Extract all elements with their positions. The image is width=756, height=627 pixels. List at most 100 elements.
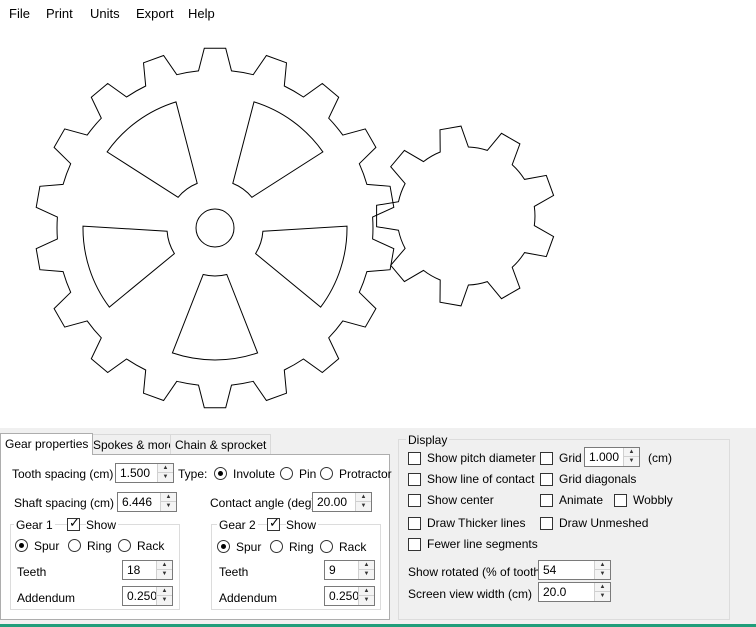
gear-2-rack-radio[interactable]: [320, 540, 333, 553]
gear-1-outline: [35, 47, 395, 409]
gear-1-rack-radio[interactable]: [118, 539, 131, 552]
spin-down-icon[interactable]: ▼: [157, 570, 172, 579]
show-pitch-diameter-checkbox[interactable]: [408, 452, 421, 465]
draw-unmeshed-checkbox[interactable]: [540, 517, 553, 530]
spin-down-icon[interactable]: ▼: [157, 596, 172, 605]
gear-1-shaft-hole: [195, 208, 235, 248]
spin-up-icon[interactable]: ▲: [595, 561, 610, 570]
gear-2-title: Gear 2: [217, 518, 258, 532]
type-involute-radio[interactable]: [214, 467, 227, 480]
gear-2-ring-label: Ring: [289, 540, 314, 554]
spin-up-icon[interactable]: ▲: [157, 587, 172, 596]
gear-2-show-checkbox[interactable]: ✓: [267, 515, 280, 531]
grid-unit-label: (cm): [648, 451, 672, 465]
checkmark-icon: ✓: [69, 515, 80, 530]
gear-drawing: [35, 47, 555, 409]
gear-1-rack-label: Rack: [137, 539, 165, 553]
spin-up-icon[interactable]: ▲: [359, 561, 374, 570]
gear-2-ring-radio[interactable]: [270, 540, 283, 553]
grid-diagonals-checkbox[interactable]: [540, 473, 553, 486]
tab-gear-properties[interactable]: Gear properties: [0, 433, 94, 455]
gear-1-ring-radio[interactable]: [68, 539, 81, 552]
gear-2-show-label: Show: [286, 518, 319, 532]
type-pin-radio[interactable]: [280, 467, 293, 480]
show-line-of-contact-label: Show line of contact: [427, 472, 535, 486]
spin-down-icon[interactable]: ▼: [356, 502, 371, 511]
radio-dot-icon: [221, 544, 226, 549]
type-involute-label: Involute: [233, 467, 276, 481]
grid-label: Grid: [559, 451, 582, 465]
gear-1-title: Gear 1: [14, 518, 55, 532]
gear-1-spoke-windows: [82, 101, 348, 361]
gear-canvas[interactable]: [0, 28, 756, 428]
fewer-line-segments-label: Fewer line segments: [427, 537, 538, 551]
tooth-spacing-label: Tooth spacing (cm): [12, 467, 114, 481]
menu-export[interactable]: Export: [136, 6, 174, 21]
show-center-checkbox[interactable]: [408, 494, 421, 507]
type-protractor-radio[interactable]: [320, 467, 333, 480]
menu-help[interactable]: Help: [188, 6, 215, 21]
spin-down-icon[interactable]: ▼: [624, 457, 639, 466]
spin-down-icon[interactable]: ▼: [359, 596, 374, 605]
spin-down-icon[interactable]: ▼: [161, 502, 176, 511]
type-label: Type:: [178, 467, 208, 481]
tab-spokes-more[interactable]: Spokes & more: [88, 434, 181, 455]
gear-1-teeth-label: Teeth: [17, 565, 47, 579]
gear-1-ring-label: Ring: [87, 539, 112, 553]
spin-up-icon[interactable]: ▲: [359, 587, 374, 596]
type-protractor-label: Protractor: [339, 467, 392, 481]
contact-angle-input[interactable]: 20.00 ▲ ▼: [312, 492, 372, 512]
wobbly-checkbox[interactable]: [614, 494, 627, 507]
gear-2-addendum-input[interactable]: 0.250 ▲ ▼: [324, 586, 375, 606]
radio-dot-icon: [218, 471, 223, 476]
menu-units[interactable]: Units: [90, 6, 120, 21]
spin-down-icon[interactable]: ▼: [595, 592, 610, 601]
spin-up-icon[interactable]: ▲: [158, 464, 173, 473]
type-pin-label: Pin: [299, 467, 317, 481]
draw-thicker-lines-label: Draw Thicker lines: [427, 516, 526, 530]
shaft-spacing-input[interactable]: 6.446 ▲ ▼: [117, 492, 177, 512]
menu-file[interactable]: File: [9, 6, 30, 21]
radio-dot-icon: [19, 543, 24, 548]
tab-chain-sprocket[interactable]: Chain & sprocket: [170, 434, 272, 455]
fewer-line-segments-checkbox[interactable]: [408, 538, 421, 551]
show-line-of-contact-checkbox[interactable]: [408, 473, 421, 486]
screen-view-width-label: Screen view width (cm): [408, 587, 533, 601]
spin-up-icon[interactable]: ▲: [157, 561, 172, 570]
show-center-label: Show center: [427, 493, 494, 507]
animate-checkbox[interactable]: [540, 494, 553, 507]
spin-up-icon[interactable]: ▲: [624, 448, 639, 457]
gear-2-outline: [376, 125, 555, 307]
gear-1-teeth-input[interactable]: 18 ▲ ▼: [122, 560, 173, 580]
grid-spacing-input[interactable]: 1.000 ▲ ▼: [584, 447, 640, 467]
show-rotated-label: Show rotated (% of tooth): [408, 565, 545, 579]
gear-1-addendum-label: Addendum: [17, 591, 76, 605]
show-rotated-input[interactable]: 54 ▲ ▼: [538, 560, 611, 580]
animate-label: Animate: [559, 493, 604, 507]
display-title: Display: [406, 433, 450, 447]
spin-down-icon[interactable]: ▼: [595, 570, 610, 579]
spin-up-icon[interactable]: ▲: [161, 493, 176, 502]
menu-print[interactable]: Print: [46, 6, 73, 21]
spin-up-icon[interactable]: ▲: [356, 493, 371, 502]
tooth-spacing-input[interactable]: 1.500 ▲ ▼: [115, 463, 174, 483]
gear-1-addendum-input[interactable]: 0.250 ▲ ▼: [122, 586, 173, 606]
gear-2-spur-radio[interactable]: [217, 540, 230, 553]
spin-down-icon[interactable]: ▼: [158, 473, 173, 482]
spin-up-icon[interactable]: ▲: [595, 583, 610, 592]
spin-down-icon[interactable]: ▼: [359, 570, 374, 579]
gear-2-spur-label: Spur: [236, 540, 262, 554]
menu-bar: File Print Units Export Help: [0, 0, 756, 28]
grid-checkbox[interactable]: [540, 452, 553, 465]
gear-1-spur-radio[interactable]: [15, 539, 28, 552]
screen-view-width-input[interactable]: 20.0 ▲ ▼: [538, 582, 611, 602]
grid-diagonals-label: Grid diagonals: [559, 472, 637, 486]
contact-angle-label: Contact angle (deg): [210, 496, 316, 510]
gear-2-addendum-label: Addendum: [219, 591, 278, 605]
draw-thicker-lines-checkbox[interactable]: [408, 517, 421, 530]
gear-2-teeth-label: Teeth: [219, 565, 249, 579]
gear-1-show-checkbox[interactable]: ✓: [67, 515, 80, 531]
gear-2-rack-label: Rack: [339, 540, 367, 554]
gear-1-spur-label: Spur: [34, 539, 60, 553]
gear-2-teeth-input[interactable]: 9 ▲ ▼: [324, 560, 375, 580]
